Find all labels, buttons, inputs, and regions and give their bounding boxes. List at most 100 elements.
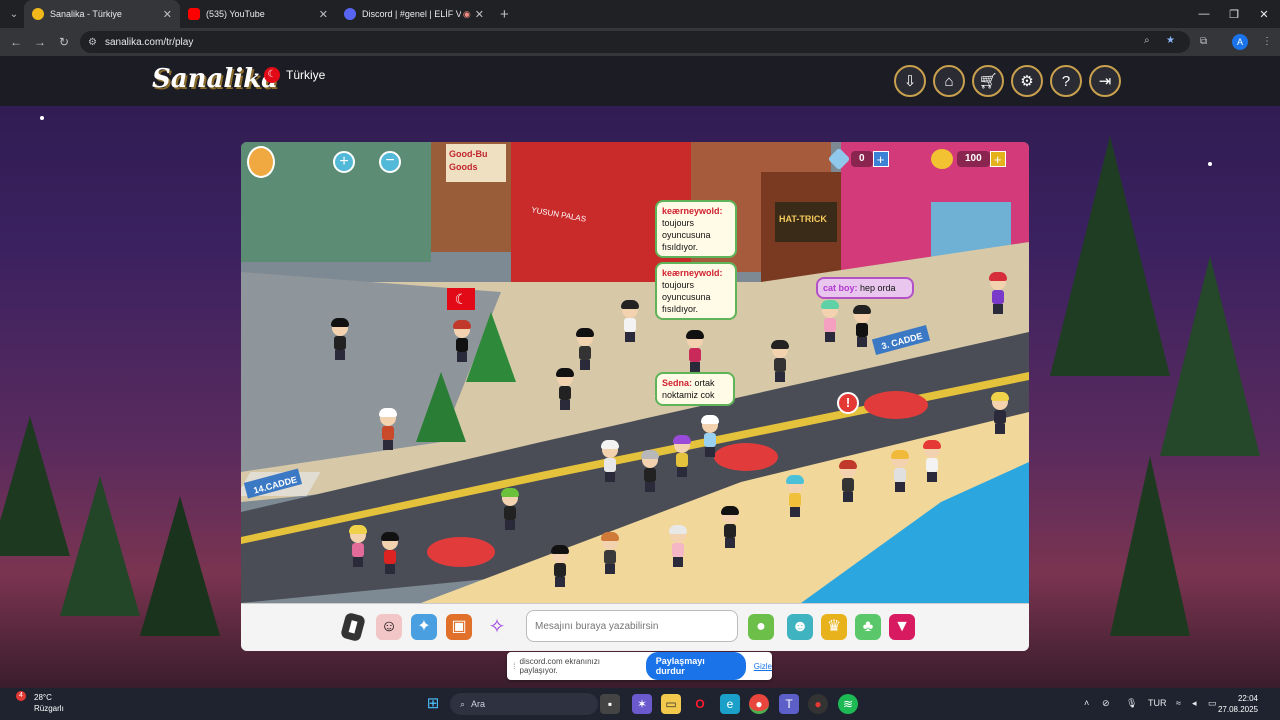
wifi-icon[interactable]: ≈ bbox=[1176, 698, 1181, 708]
avatar-character[interactable] bbox=[839, 460, 857, 502]
alert-marker-icon[interactable]: ! bbox=[837, 392, 859, 414]
recorder-icon[interactable]: ● bbox=[808, 694, 828, 714]
avatar-character[interactable] bbox=[601, 532, 619, 574]
microphone-icon[interactable]: 🎙︎ bbox=[1126, 698, 1137, 709]
menu-icon[interactable]: ⋮ bbox=[1262, 36, 1272, 47]
teams-icon[interactable]: T bbox=[779, 694, 799, 714]
forward-button[interactable]: → bbox=[28, 35, 52, 49]
bag-icon[interactable]: ▣ bbox=[446, 614, 472, 640]
chevron-up-icon[interactable]: ˄ bbox=[1084, 698, 1089, 708]
file-explorer-icon[interactable]: ▭ bbox=[661, 694, 681, 714]
help-button[interactable]: ? bbox=[1050, 65, 1082, 97]
opera-icon[interactable]: O bbox=[690, 694, 710, 714]
avatar-character[interactable] bbox=[891, 450, 909, 492]
bookmark-star-icon[interactable]: ★ bbox=[1166, 35, 1175, 46]
hide-button[interactable]: Gizle bbox=[754, 662, 772, 671]
edge-icon[interactable]: e bbox=[720, 694, 740, 714]
tab-discord[interactable]: Discord | #genel | ELİF VE B ◉ ✕ bbox=[336, 0, 492, 28]
close-icon[interactable]: ✕ bbox=[319, 8, 328, 21]
stop-sharing-button[interactable]: Paylaşmayı durdur bbox=[645, 652, 746, 680]
profile-avatar[interactable]: A bbox=[1232, 34, 1248, 50]
avatar-character[interactable] bbox=[601, 440, 619, 482]
avatar-character[interactable] bbox=[669, 525, 687, 567]
tab-sanalika[interactable]: Sanalika - Türkiye ✕ bbox=[24, 0, 180, 28]
reload-button[interactable]: ↻ bbox=[52, 35, 76, 49]
avatar-character[interactable] bbox=[331, 318, 349, 360]
windows-start-icon[interactable]: ⊞ bbox=[423, 694, 443, 714]
close-window-button[interactable]: ✕ bbox=[1248, 0, 1280, 28]
settings-button[interactable]: ⚙ bbox=[1011, 65, 1043, 97]
avatar-character[interactable] bbox=[991, 392, 1009, 434]
battery-icon[interactable]: ▭ bbox=[1208, 698, 1217, 709]
phone-icon[interactable]: ▮ bbox=[339, 611, 367, 643]
logout-button[interactable]: ⇥ bbox=[1089, 65, 1121, 97]
close-icon[interactable]: ✕ bbox=[475, 8, 484, 21]
back-button[interactable]: ← bbox=[4, 35, 28, 49]
add-coin-button[interactable]: + bbox=[989, 151, 1006, 167]
download-button[interactable]: ⇩ bbox=[894, 65, 926, 97]
minimize-button[interactable]: — bbox=[1188, 0, 1220, 28]
language-indicator[interactable]: TUR bbox=[1148, 698, 1167, 708]
new-tab-button[interactable]: + bbox=[500, 6, 509, 23]
avatar-character[interactable] bbox=[721, 506, 739, 548]
run-icon[interactable]: ✧ bbox=[484, 614, 510, 640]
chat-input[interactable] bbox=[526, 610, 738, 642]
copilot-icon[interactable]: ✶ bbox=[632, 694, 652, 714]
close-icon[interactable]: ✕ bbox=[163, 8, 172, 21]
avatar-character[interactable] bbox=[379, 408, 397, 450]
heart-drop-icon[interactable]: ▼ bbox=[889, 614, 915, 640]
emote-icon[interactable]: ☺ bbox=[376, 614, 402, 640]
game-canvas[interactable]: 14.CADDE 3. CADDE Good-Bu Goods HAT-TRIC… bbox=[241, 142, 1029, 651]
avatar-character[interactable] bbox=[989, 272, 1007, 314]
avatar-character[interactable] bbox=[771, 340, 789, 382]
avatar-character[interactable] bbox=[701, 415, 719, 457]
avatar-character[interactable] bbox=[453, 320, 471, 362]
avatar-character[interactable] bbox=[501, 488, 519, 530]
robot-icon[interactable]: ☻ bbox=[787, 614, 813, 640]
network-share-icon[interactable]: ⊘ bbox=[1102, 698, 1110, 709]
coin-counter: 100 + bbox=[931, 149, 1006, 169]
zoom-icon[interactable]: ⌕ bbox=[1144, 35, 1150, 46]
avatar-character[interactable] bbox=[349, 525, 367, 567]
clock[interactable]: 22:04 27.08.2025 bbox=[1218, 693, 1258, 715]
sanalika-logo[interactable]: Sanalika bbox=[152, 64, 278, 94]
address-bar[interactable]: ⚙ sanalika.com/tr/play ⌕ ★ bbox=[80, 31, 1190, 53]
country-selector[interactable]: ☾ Türkiye bbox=[264, 67, 325, 83]
zoom-in-button[interactable]: + bbox=[333, 151, 355, 173]
site-info-icon[interactable]: ⚙ bbox=[88, 37, 97, 48]
weather-widget[interactable]: 4 28°C Rüzgarlı bbox=[16, 691, 64, 714]
extensions-icon[interactable]: ⧉ bbox=[1200, 36, 1207, 47]
speech-icon[interactable]: ● bbox=[748, 614, 774, 640]
dance-icon[interactable]: ✦ bbox=[411, 614, 437, 640]
drag-handle-icon[interactable]: ⁞ bbox=[513, 661, 516, 671]
avatar-character[interactable] bbox=[576, 328, 594, 370]
volume-icon[interactable]: ◂ bbox=[1192, 698, 1197, 709]
avatar-character[interactable] bbox=[923, 440, 941, 482]
avatar-character[interactable] bbox=[621, 300, 639, 342]
island-icon[interactable]: ♣ bbox=[855, 614, 881, 640]
spotify-icon[interactable]: ≋ bbox=[838, 694, 858, 714]
trophy-icon[interactable]: ♛ bbox=[821, 614, 847, 640]
avatar-character[interactable] bbox=[853, 305, 871, 347]
restore-button[interactable]: ❐ bbox=[1218, 0, 1250, 28]
taskbar-search[interactable]: ⌕ Ara bbox=[450, 693, 598, 715]
task-view-icon[interactable]: ▪ bbox=[600, 694, 620, 714]
home-button[interactable]: ⌂ bbox=[933, 65, 965, 97]
avatar-character[interactable] bbox=[556, 368, 574, 410]
add-diamond-button[interactable]: + bbox=[872, 151, 889, 167]
avatar-character[interactable] bbox=[786, 475, 804, 517]
tab-youtube[interactable]: (535) YouTube ✕ bbox=[180, 0, 336, 28]
avatar-character[interactable] bbox=[673, 435, 691, 477]
cart-button[interactable]: 🛒︎ bbox=[972, 65, 1004, 97]
avatar-character[interactable] bbox=[821, 300, 839, 342]
avatar-character[interactable] bbox=[551, 545, 569, 587]
chrome-icon[interactable]: ● bbox=[749, 694, 769, 714]
avatar-character[interactable] bbox=[686, 330, 704, 372]
avatar-character[interactable] bbox=[641, 450, 659, 492]
tab-title: Sanalika - Türkiye bbox=[50, 9, 122, 19]
speech-bubble: keærneywold: toujours oyuncusuna fısıldı… bbox=[655, 262, 737, 320]
zoom-out-button[interactable]: − bbox=[379, 151, 401, 173]
player-avatar[interactable] bbox=[247, 146, 275, 178]
avatar-character[interactable] bbox=[381, 532, 399, 574]
tab-search-button[interactable]: ⌄ bbox=[4, 4, 24, 24]
